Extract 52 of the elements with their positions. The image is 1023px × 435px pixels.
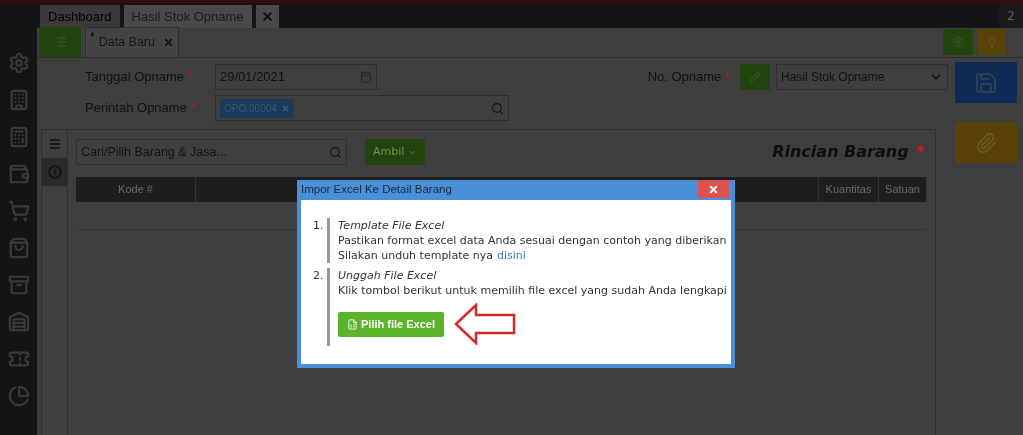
tab[interactable]: Dashboard [40,5,120,28]
column-header: Kuantitas [819,177,879,202]
counter-dropdown[interactable]: 2 [999,3,1023,28]
close-icon [260,10,274,23]
ambil-button[interactable]: Ambil [365,139,426,165]
save-button[interactable] [954,62,1017,103]
save-icon [973,70,998,95]
lightbulb-button[interactable] [977,29,1006,55]
step-text: Klik tombol berikut untuk memilih file excel yang sudah Anda lengkapi [338,283,727,298]
gear-icon[interactable] [7,52,30,74]
remove-icon[interactable] [280,103,290,113]
info-icon [47,165,62,179]
step-title: Template File Excel [338,218,446,233]
choose-file-button[interactable]: Pilih file Excel [338,311,444,337]
wallet-icon[interactable] [7,163,30,185]
edit-button[interactable] [740,64,770,90]
column-header: Kode # [76,177,196,202]
step-number: 1. [313,218,325,234]
step-text: Pastikan format excel data Anda sesuai dengan contoh yang diberikan [338,233,727,248]
side-tab[interactable] [42,158,67,186]
lightbulb-icon [985,36,998,48]
paperclip-icon [974,131,997,154]
warehouse-icon[interactable] [7,311,30,333]
cart-icon[interactable] [7,200,30,222]
search-icon [491,101,504,115]
column-header: Satuan [879,177,927,202]
calendar-icon [360,71,372,83]
search-icon [329,145,342,159]
settings-button[interactable] [943,29,973,55]
pie-chart-icon[interactable] [7,385,30,407]
step-number: 2. [313,268,325,284]
required-mark: * [190,101,196,116]
download-link[interactable]: disini [496,248,526,263]
close-button[interactable] [698,180,729,198]
close-icon [708,183,719,195]
step-text: Silakan unduh template nya [338,248,493,263]
ticket-icon[interactable] [7,348,30,370]
pencil-icon [749,71,761,83]
step-title: Unggah File Excel [338,268,438,283]
bag-icon[interactable] [7,237,30,259]
list-icon [47,137,62,151]
required-mark: * [725,70,730,85]
spreadsheet-icon [347,318,358,330]
gear-icon [952,36,964,48]
cabinet-icon[interactable] [7,274,30,296]
list-button[interactable] [39,27,81,57]
required-mark: * [188,70,193,85]
close-tab-button[interactable] [255,5,279,28]
close-icon [162,37,174,48]
dialog-title: Impor Excel Ke Detail Barang [301,182,452,198]
arrow-icon [454,303,516,345]
attach-button[interactable] [954,122,1017,163]
